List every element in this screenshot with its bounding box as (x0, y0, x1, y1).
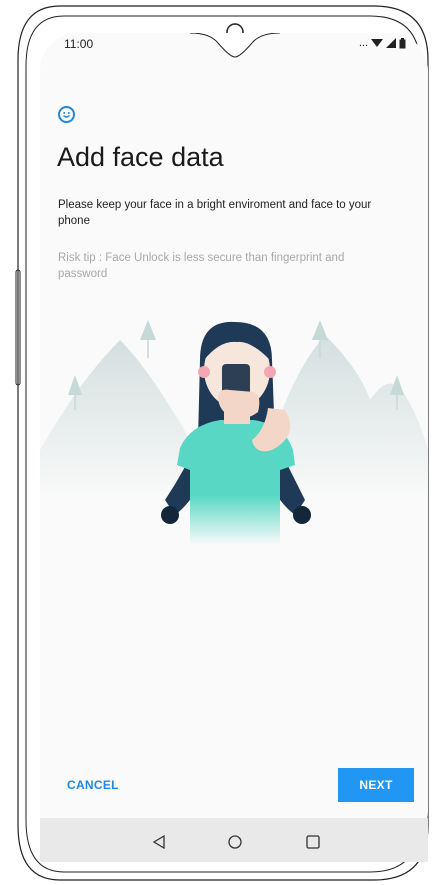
signal-icon (386, 38, 396, 48)
mountain-right (275, 335, 428, 500)
mountain-left (40, 340, 190, 500)
page-title: Add face data (57, 142, 224, 172)
more-dots-icon: ... (358, 37, 368, 49)
face-smile-icon (58, 106, 75, 123)
home-icon[interactable] (225, 832, 245, 852)
wifi-icon (371, 39, 383, 47)
status-icons: ... (359, 37, 406, 49)
face-illustration (40, 320, 428, 545)
status-time: 11:00 (64, 37, 94, 51)
risk-tip-text: Risk tip : Face Unlock is less secure th… (58, 252, 345, 280)
next-button[interactable]: NEXT (338, 768, 414, 802)
back-icon[interactable] (149, 832, 169, 852)
cancel-button[interactable]: CANCEL (67, 778, 119, 792)
recents-icon[interactable] (303, 832, 323, 852)
battery-icon (399, 37, 406, 48)
instruction-text: Please keep your face in a bright enviro… (58, 199, 372, 227)
